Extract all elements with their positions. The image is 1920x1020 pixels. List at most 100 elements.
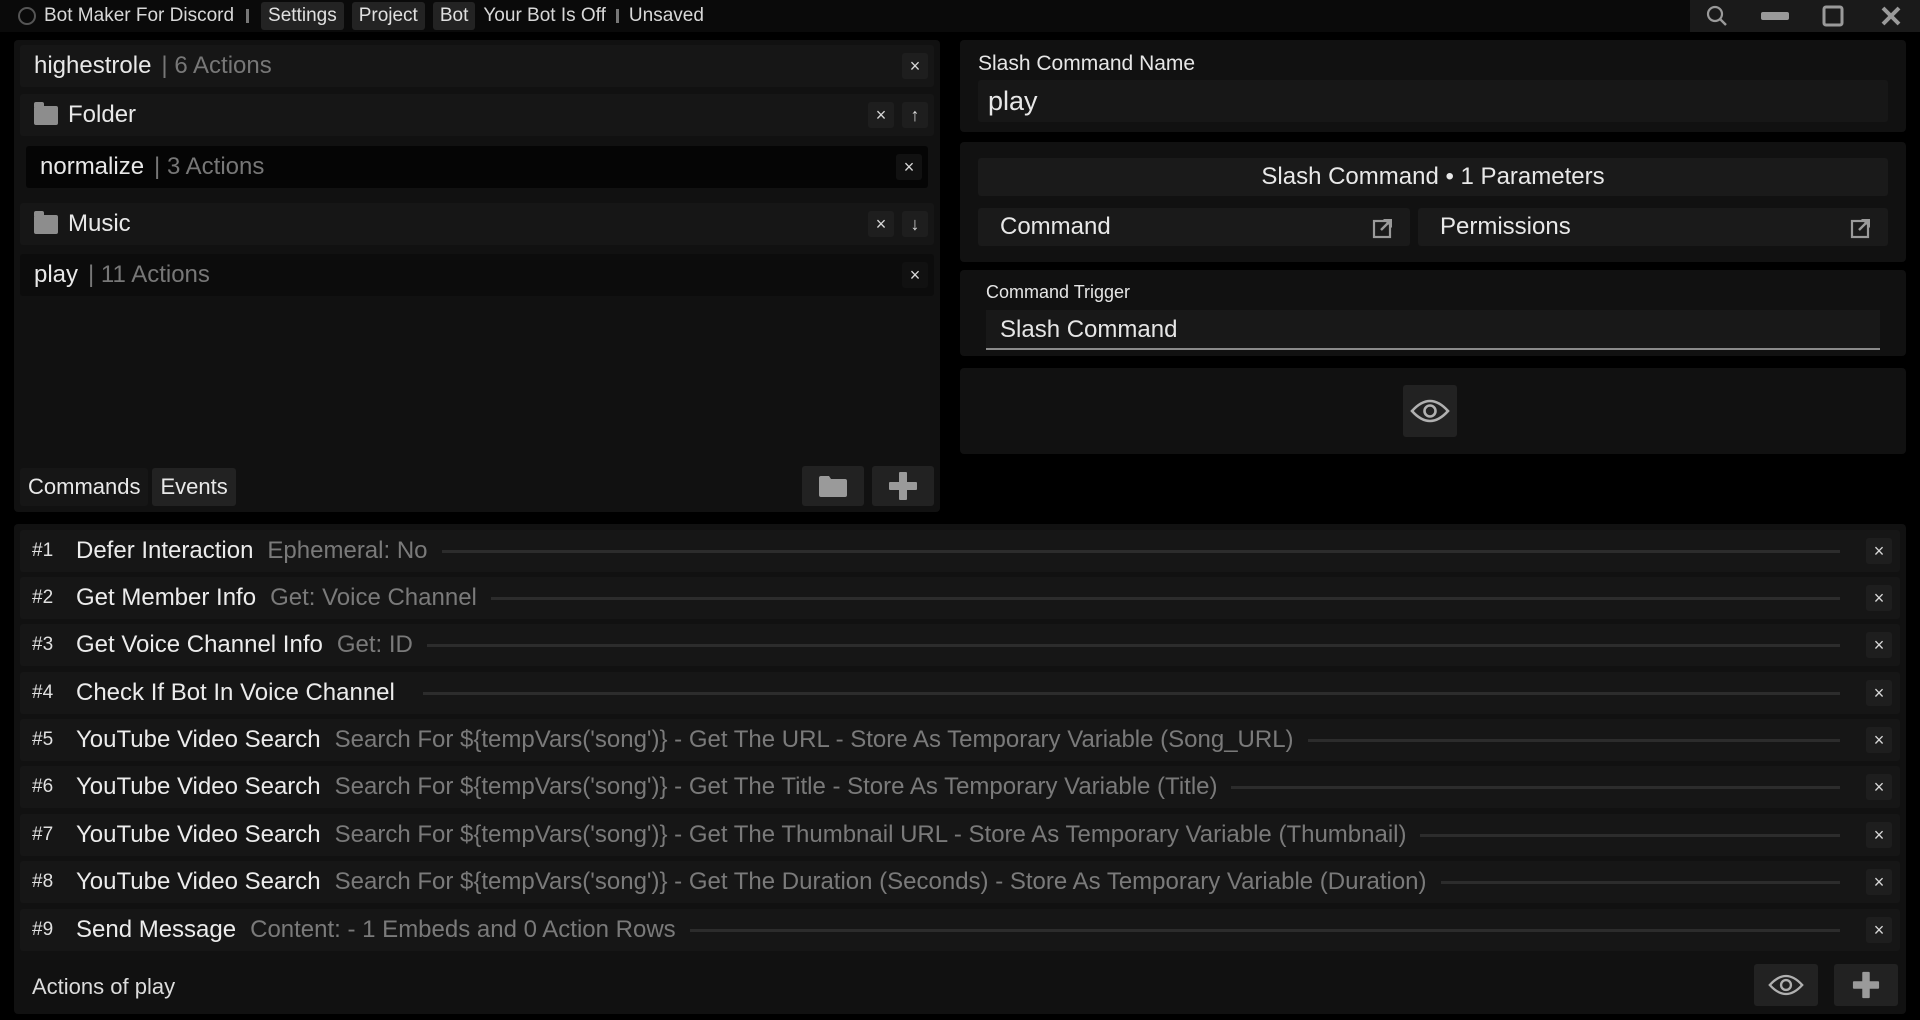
parameters-button[interactable]: Slash Command • 1 Parameters [978, 158, 1888, 196]
delete-action-button[interactable]: × [1866, 822, 1892, 848]
action-title: Get Voice Channel Info [76, 631, 323, 658]
close-window-button[interactable] [1862, 0, 1920, 32]
action-number: #7 [32, 824, 54, 845]
action-number: #2 [32, 587, 54, 608]
app-logo-icon [18, 7, 36, 25]
new-folder-button[interactable] [802, 466, 864, 506]
action-row[interactable]: #5 YouTube Video Search Search For ${tem… [20, 719, 1900, 761]
maximize-icon [1822, 5, 1844, 27]
minimize-icon [1761, 12, 1789, 20]
action-title: YouTube Video Search [76, 821, 321, 848]
action-drag-line [490, 596, 1840, 600]
actions-footer-label: Actions of play [32, 974, 176, 999]
folder-expand-arrow-icon[interactable]: ↓ [902, 211, 928, 237]
command-trigger-panel: Command Trigger Slash Command [960, 270, 1906, 356]
tab-events[interactable]: Events [152, 468, 236, 506]
action-description: Search For ${tempVars('song')} - Get The… [334, 868, 1427, 895]
command-item-highestrole[interactable]: highestrole | 6 Actions × [20, 45, 934, 87]
eye-icon [1410, 399, 1450, 423]
delete-folder-button[interactable]: × [868, 211, 894, 237]
minimize-button[interactable] [1746, 0, 1804, 32]
delete-command-button[interactable]: × [896, 154, 922, 180]
add-command-button[interactable] [872, 466, 934, 506]
folder-item-folder[interactable]: Folder × ↑ [20, 94, 934, 136]
plus-icon [889, 472, 917, 500]
folder-name: Folder [68, 101, 137, 128]
window-controls [1688, 0, 1920, 32]
command-trigger-select[interactable]: Slash Command [986, 310, 1880, 350]
command-name-panel: Slash Command Name play [960, 40, 1906, 132]
action-drag-line [422, 691, 1840, 695]
commands-events-tabs: Commands Events [20, 468, 240, 506]
delete-command-button[interactable]: × [902, 262, 928, 288]
action-row[interactable]: #6 YouTube Video Search Search For ${tem… [20, 766, 1900, 808]
action-number: #4 [32, 682, 54, 703]
action-row[interactable]: #2 Get Member Info Get: Voice Channel × [20, 577, 1900, 619]
action-description: Get: ID [336, 631, 413, 658]
action-row[interactable]: #9 Send Message Content: - 1 Embeds and … [20, 909, 1900, 951]
delete-action-button[interactable]: × [1866, 774, 1892, 800]
delete-command-button[interactable]: × [902, 53, 928, 79]
action-row[interactable]: #8 YouTube Video Search Search For ${tem… [20, 861, 1900, 903]
folder-item-music[interactable]: Music × ↓ [20, 203, 934, 245]
action-title: Defer Interaction [76, 537, 254, 564]
command-button[interactable]: Command [978, 208, 1410, 246]
action-description: Search For ${tempVars('song')} - Get The… [334, 726, 1294, 753]
save-status: Unsaved [628, 5, 704, 26]
preview-actions-button[interactable] [1754, 964, 1818, 1006]
action-row[interactable]: #4 Check If Bot In Voice Channel × [20, 672, 1900, 714]
command-trigger-label: Command Trigger [986, 282, 1131, 302]
action-row[interactable]: #1 Defer Interaction Ephemeral: No × [20, 530, 1900, 572]
delete-action-button[interactable]: × [1866, 917, 1892, 943]
folder-icon [34, 101, 58, 125]
action-drag-line [689, 928, 1840, 932]
add-action-button[interactable] [1834, 964, 1898, 1006]
delete-action-button[interactable]: × [1866, 680, 1892, 706]
folder-icon [819, 476, 847, 497]
command-item-play[interactable]: play | 11 Actions × [20, 254, 934, 296]
delete-action-button[interactable]: × [1866, 869, 1892, 895]
preview-button[interactable] [1403, 385, 1457, 437]
permissions-button-label: Permissions [1440, 213, 1571, 240]
folder-name: Music [68, 210, 131, 237]
close-icon [1881, 6, 1901, 26]
search-button[interactable] [1688, 0, 1746, 32]
delete-folder-button[interactable]: × [868, 102, 894, 128]
action-row[interactable]: #3 Get Voice Channel Info Get: ID × [20, 624, 1900, 666]
actions-footer: Actions of play [14, 958, 1906, 1014]
permissions-button[interactable]: Permissions [1418, 208, 1888, 246]
command-action-count: | 11 Actions [88, 261, 210, 288]
menu-settings[interactable]: Settings [261, 2, 344, 30]
command-item-normalize[interactable]: normalize | 3 Actions × [26, 146, 928, 188]
divider [246, 9, 250, 23]
action-title: YouTube Video Search [76, 726, 321, 753]
command-name: normalize [40, 153, 145, 180]
menu-project[interactable]: Project [351, 2, 425, 30]
preview-panel [960, 368, 1906, 454]
action-title: YouTube Video Search [76, 773, 321, 800]
command-action-count: | 6 Actions [161, 52, 272, 79]
menu-bot[interactable]: Bot [432, 2, 476, 30]
maximize-button[interactable] [1804, 0, 1862, 32]
action-row[interactable]: #7 YouTube Video Search Search For ${tem… [20, 814, 1900, 856]
delete-action-button[interactable]: × [1866, 585, 1892, 611]
divider [615, 9, 619, 23]
action-description: Search For ${tempVars('song')} - Get The… [334, 821, 1407, 848]
delete-action-button[interactable]: × [1866, 727, 1892, 753]
command-name-input[interactable]: play [978, 80, 1888, 122]
bot-status[interactable]: Your Bot Is Off [483, 5, 606, 27]
delete-action-button[interactable]: × [1866, 632, 1892, 658]
title-bar: Bot Maker For Discord Settings Project B… [0, 0, 1920, 32]
action-drag-line [426, 643, 1840, 647]
action-description: Content: - 1 Embeds and 0 Action Rows [250, 916, 676, 943]
action-number: #6 [32, 776, 54, 797]
folder-collapse-arrow-icon[interactable]: ↑ [902, 102, 928, 128]
action-drag-line [1231, 785, 1840, 789]
tab-commands[interactable]: Commands [20, 468, 149, 506]
command-name: highestrole [34, 52, 152, 79]
action-title: Get Member Info [76, 584, 257, 611]
action-drag-line [1440, 880, 1840, 884]
command-config-panel: Slash Command • 1 Parameters Command Per… [960, 142, 1906, 262]
delete-action-button[interactable]: × [1866, 538, 1892, 564]
action-title: Send Message [76, 916, 237, 943]
